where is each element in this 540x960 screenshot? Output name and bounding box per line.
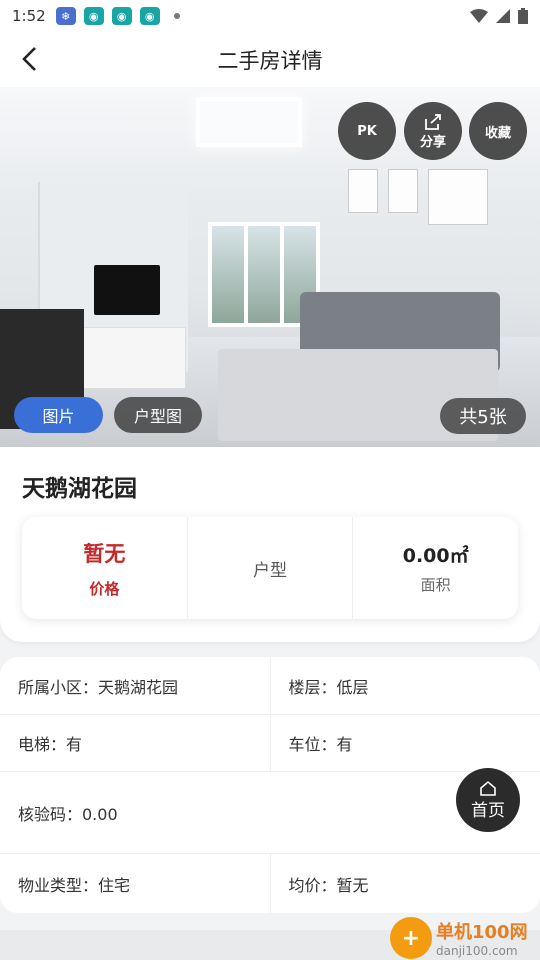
property-info-card: 天鹅湖花园 暂无 价格 户型 0.00㎡ 面积 <box>0 447 540 642</box>
price-label: 价格 <box>89 579 120 598</box>
area-stat: 0.00㎡ 面积 <box>353 517 518 619</box>
layout-stat: 户型 <box>188 517 354 619</box>
photo-ceiling-lamp <box>196 97 302 147</box>
floor-cell: 楼层：低层 <box>288 677 369 697</box>
battery-icon <box>518 8 528 24</box>
details-row: 物业类型：住宅 均价：暂无 <box>0 854 540 913</box>
app-notification-icon: ◉ <box>111 7 132 25</box>
photo-count-badge: 共5张 <box>440 398 526 434</box>
property-photo[interactable]: PK 分享 收藏 图片 户型图 共5张 <box>0 87 540 447</box>
area-value: 0.00㎡ <box>402 545 469 567</box>
favorite-button[interactable]: 收藏 <box>469 102 527 160</box>
details-row: 所属小区：天鹅湖花园 楼层：低层 <box>0 657 540 715</box>
layout-label: 户型 <box>253 560 287 581</box>
details-row: 电梯：有 车位：有 <box>0 715 540 772</box>
status-time: 1:52 <box>12 7 46 25</box>
area-label: 面积 <box>420 576 451 594</box>
photo-tv <box>94 265 160 315</box>
share-icon <box>425 113 441 130</box>
wifi-icon <box>470 9 488 23</box>
more-notifications-icon <box>173 13 180 19</box>
site-watermark: + 单机100网 danji100.com <box>390 916 540 960</box>
status-bar: 1:52 ❄ ◉ ◉ ◉ <box>0 0 540 32</box>
favorite-label: 收藏 <box>484 125 511 141</box>
app-notification-icon: ◉ <box>139 7 160 25</box>
photo-tv-stand <box>80 327 186 389</box>
nav-bar: 二手房详情 <box>0 32 540 87</box>
share-label: 分享 <box>419 134 446 150</box>
back-button[interactable] <box>14 44 44 74</box>
watermark-url: danji100.com <box>436 944 518 958</box>
chevron-left-icon <box>22 47 36 71</box>
app-notification-icon: ◉ <box>83 7 104 25</box>
property-name: 天鹅湖花园 <box>22 476 137 502</box>
elevator-cell: 电梯：有 <box>0 715 271 771</box>
parking-cell: 车位：有 <box>288 735 353 754</box>
watermark-logo-icon: + <box>390 917 432 959</box>
avg-price-cell: 均价：暂无 <box>288 875 369 895</box>
property-stats: 暂无 价格 户型 0.00㎡ 面积 <box>22 517 518 619</box>
home-button[interactable]: 首页 <box>456 768 520 832</box>
home-label: 首页 <box>471 800 505 821</box>
tab-photos[interactable]: 图片 <box>14 397 103 433</box>
community-cell: 所属小区：天鹅湖花园 <box>0 657 271 714</box>
signal-icon <box>496 9 510 23</box>
pk-button[interactable]: PK <box>338 102 396 160</box>
photo-wall-paintings <box>348 169 488 225</box>
home-icon <box>480 780 496 796</box>
pk-label: PK <box>357 123 377 139</box>
tab-floorplan[interactable]: 户型图 <box>114 397 202 433</box>
property-type-cell: 物业类型：住宅 <box>0 854 271 913</box>
price-value: 暂无 <box>83 541 126 566</box>
notification-icon: ❄ <box>55 7 76 25</box>
page-title: 二手房详情 <box>217 48 323 73</box>
price-stat: 暂无 价格 <box>22 517 188 619</box>
share-button[interactable]: 分享 <box>404 102 462 160</box>
watermark-title: 单机100网 <box>436 922 528 943</box>
